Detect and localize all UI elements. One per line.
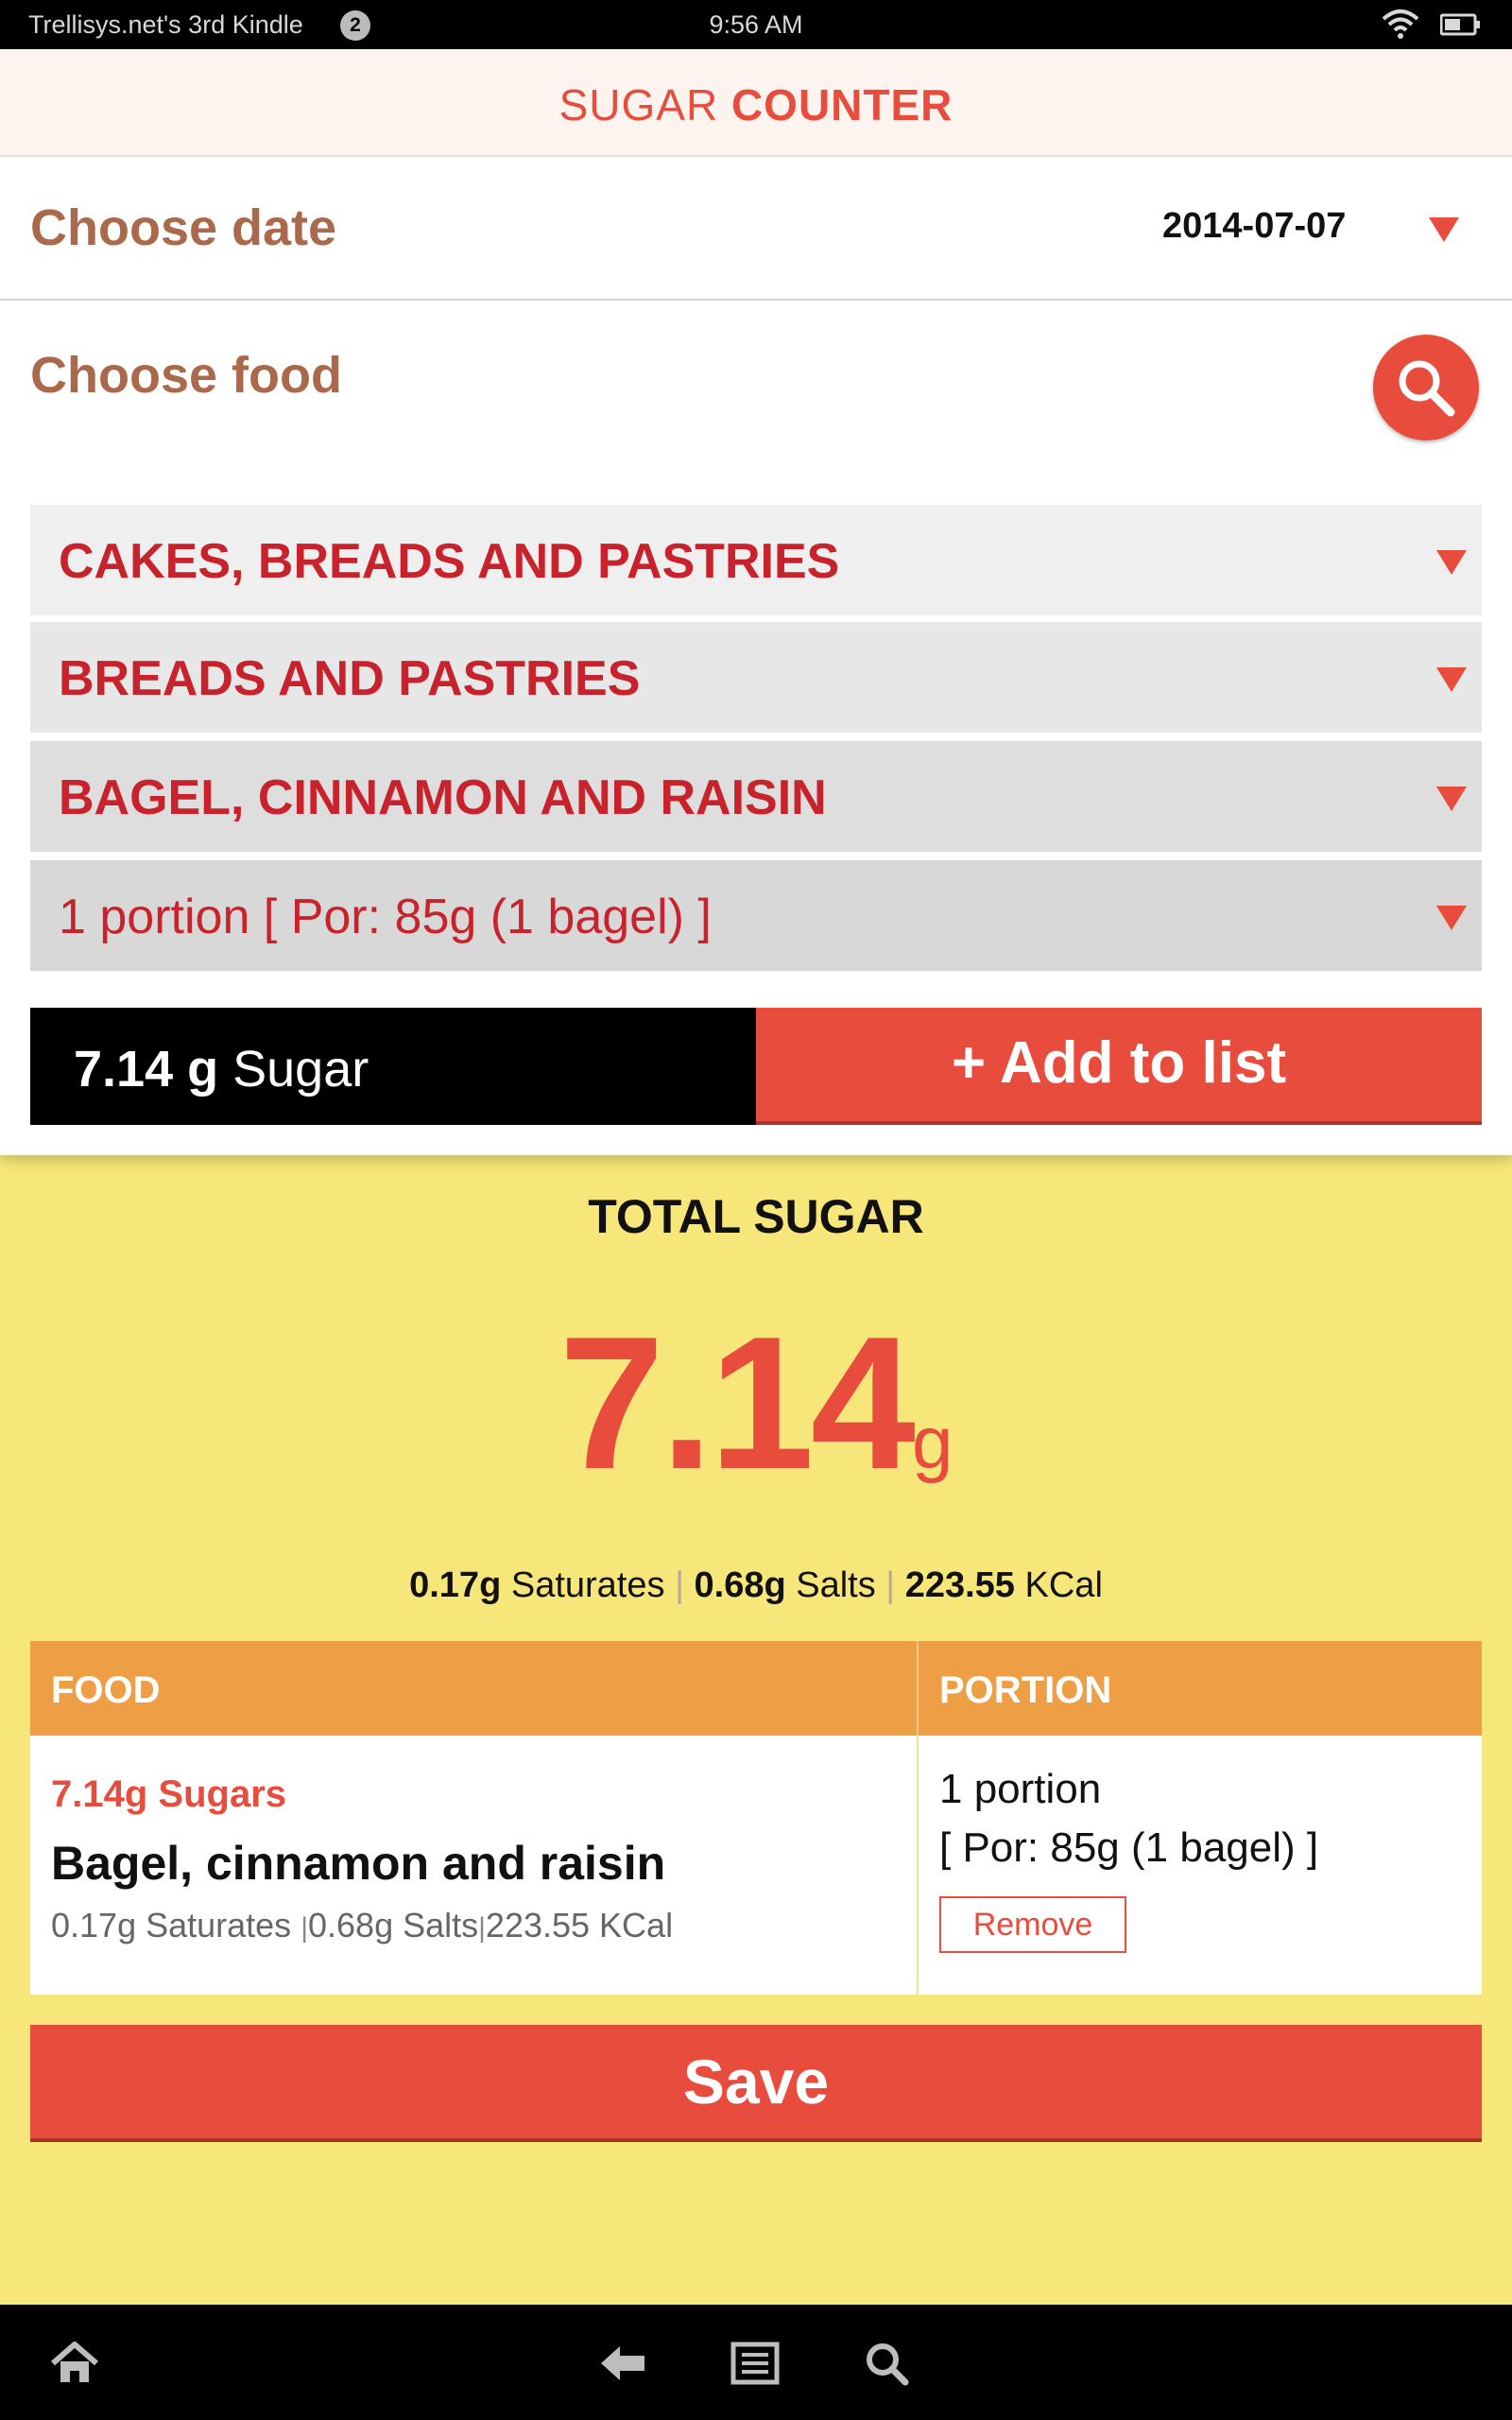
table-header: FOOD PORTION [30, 1641, 1482, 1736]
triangle-down-icon [1436, 906, 1467, 930]
separator: | [301, 1912, 308, 1944]
selected-sugar-display: 7.14 g Sugar [30, 1008, 756, 1125]
food-column-header: FOOD [51, 1669, 161, 1711]
food-dropdown[interactable]: BAGEL, CINNAMON AND RAISIN [30, 741, 1482, 855]
entry-panel: Choose date 2014-07-07 Choose food CAKES… [0, 157, 1512, 1155]
date-picker-row[interactable]: Choose date 2014-07-07 [0, 157, 1512, 301]
total-sugar-unit: g [911, 1401, 954, 1484]
app-title: SUGAR COUNTER [559, 79, 954, 130]
row-portion-amount: 1 portion [939, 1766, 1102, 1812]
saturates-label: Saturates [510, 1565, 665, 1605]
triangle-down-icon [1436, 667, 1467, 692]
row-kcal: 223.55 KCal [485, 1906, 674, 1945]
battery-icon [1439, 13, 1480, 36]
portion-dropdown[interactable]: 1 portion [ Por: 85g (1 bagel) ] [30, 860, 1482, 974]
row-portion-detail: [ Por: 85g (1 bagel) ] [939, 1824, 1319, 1871]
separator: | [885, 1565, 896, 1605]
row-salts: 0.68g Salts [308, 1906, 479, 1945]
date-value[interactable]: 2014-07-07 [1162, 206, 1346, 247]
triangle-down-icon[interactable] [1429, 217, 1459, 242]
system-nav-bar [0, 2305, 1512, 2420]
column-divider [917, 1736, 919, 1995]
row-saturates: 0.17g Saturates [51, 1906, 292, 1945]
wifi-icon [1382, 8, 1419, 40]
app-title-bold: COUNTER [730, 80, 954, 130]
status-bar: Trellisys.net's 3rd Kindle 2 9:56 AM [0, 0, 1512, 49]
row-nutrition-meta: 0.17g Saturates |0.68g Salts|223.55 KCal [51, 1906, 673, 1945]
triangle-down-icon [1436, 550, 1467, 575]
row-food-name: Bagel, cinnamon and raisin [51, 1837, 666, 1890]
save-button[interactable]: Save [30, 2025, 1482, 2142]
portion-dropdown-value: 1 portion [ Por: 85g (1 bagel) ] [59, 890, 712, 944]
choose-food-label: Choose food [30, 347, 342, 404]
remove-button[interactable]: Remove [939, 1896, 1126, 1953]
back-arrow-icon[interactable] [597, 2341, 648, 2386]
table-row: 7.14g Sugars Bagel, cinnamon and raisin … [30, 1736, 1482, 1995]
row-sugars: 7.14g Sugars [51, 1773, 287, 1815]
subcategory-dropdown-value: BREADS AND PASTRIES [59, 651, 641, 706]
food-dropdown-value: BAGEL, CINNAMON AND RAISIN [59, 770, 827, 825]
total-sugar-value: 7.14g [0, 1295, 1512, 1512]
app-header: SUGAR COUNTER [0, 49, 1512, 157]
saturates-value: 0.17g [409, 1565, 502, 1605]
search-icon[interactable] [862, 2341, 913, 2386]
total-sugar-title: TOTAL SUGAR [588, 1190, 924, 1243]
nutrition-summary: 0.17g Saturates | 0.68g Salts | 223.55 K… [0, 1565, 1512, 1606]
kcal-value: 223.55 [904, 1565, 1015, 1605]
separator: | [478, 1912, 486, 1944]
selected-sugar-label: Sugar [232, 1041, 369, 1098]
portion-column-header: PORTION [939, 1669, 1112, 1711]
search-button[interactable] [1373, 335, 1479, 441]
search-icon [1399, 360, 1455, 417]
selected-sugar-text: 7.14 g Sugar [74, 1040, 369, 1098]
app-title-light: SUGAR [558, 80, 719, 130]
food-list-table: FOOD PORTION 7.14g Sugars Bagel, cinnamo… [30, 1641, 1482, 1995]
menu-icon[interactable] [730, 2341, 781, 2386]
selected-sugar-amount: 7.14 g [74, 1041, 219, 1098]
add-to-list-button[interactable]: + Add to list [756, 1008, 1482, 1125]
subcategory-dropdown[interactable]: BREADS AND PASTRIES [30, 622, 1482, 735]
total-sugar-number: 7.14 [558, 1298, 916, 1509]
separator: | [675, 1565, 684, 1605]
category-dropdown-value: CAKES, BREADS AND PASTRIES [59, 534, 840, 589]
salts-label: Salts [796, 1565, 876, 1605]
category-dropdown[interactable]: CAKES, BREADS AND PASTRIES [30, 505, 1482, 618]
column-divider [917, 1641, 919, 1736]
triangle-down-icon [1436, 786, 1467, 811]
home-icon[interactable] [49, 2341, 100, 2386]
choose-date-label: Choose date [30, 199, 337, 256]
kcal-label: KCal [1024, 1565, 1103, 1605]
clock: 9:56 AM [709, 10, 803, 39]
salts-value: 0.68g [694, 1565, 786, 1605]
